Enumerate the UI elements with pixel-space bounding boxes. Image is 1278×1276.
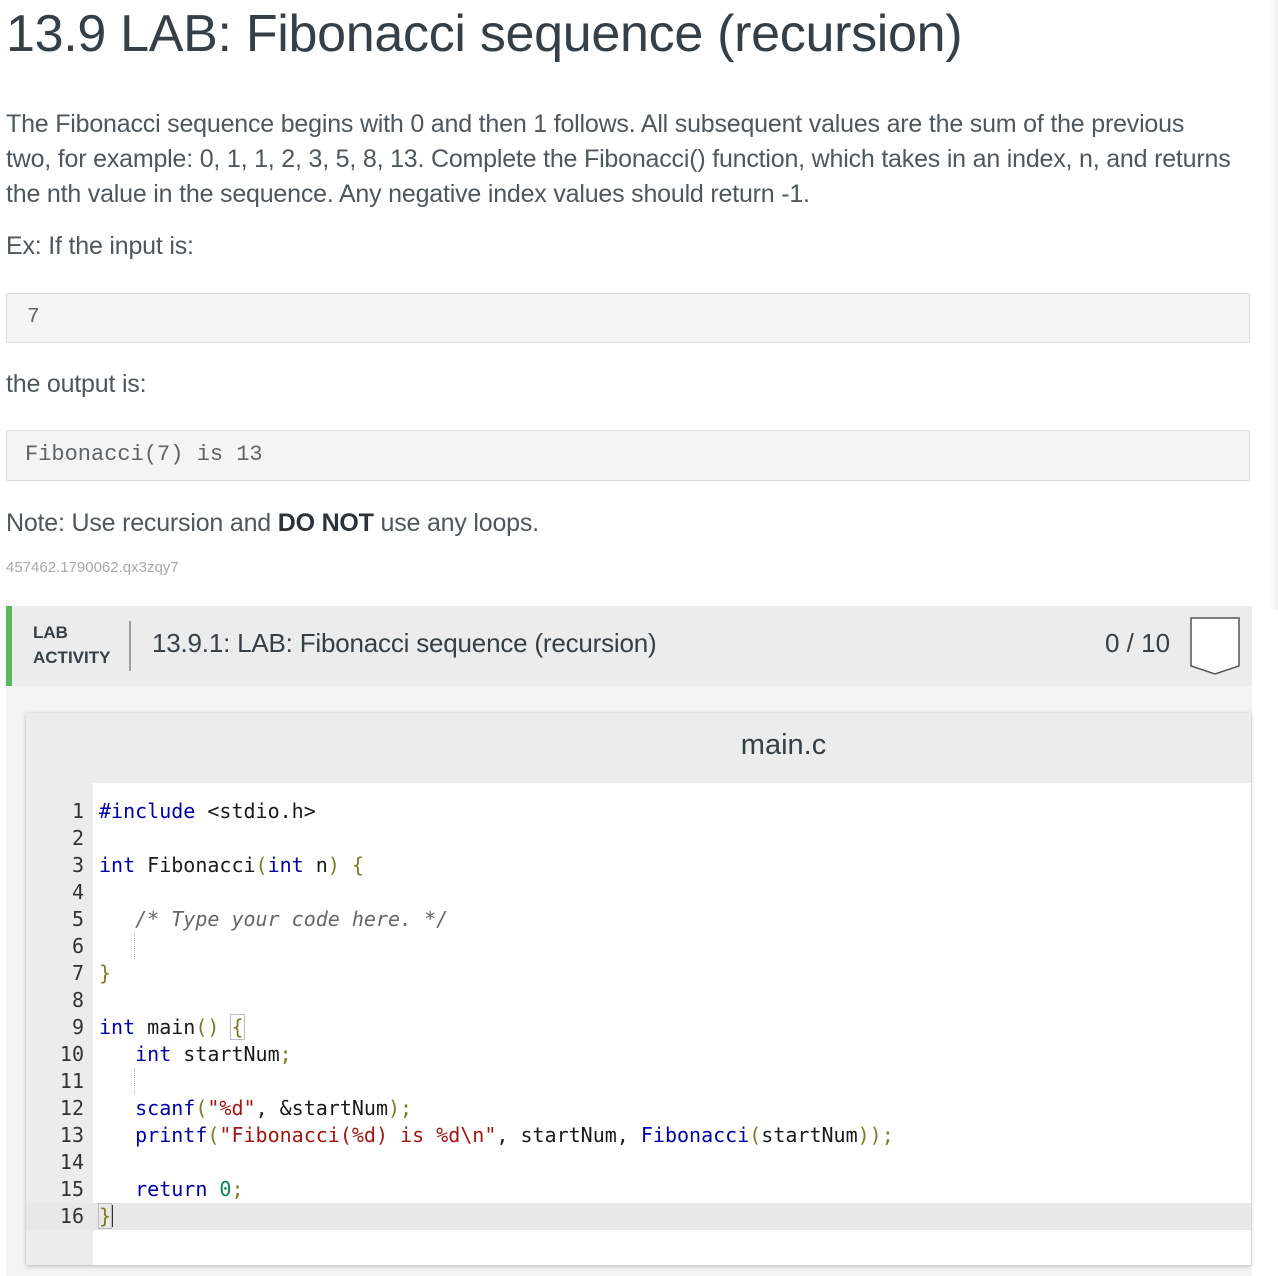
code-line[interactable]: 14 xyxy=(26,1149,1251,1176)
line-number: 6 xyxy=(71,934,84,958)
note: Note: Use recursion and DO NOT use any l… xyxy=(6,506,539,541)
line-number: 5 xyxy=(71,907,84,931)
editor-file-tab[interactable]: main.c xyxy=(26,713,1251,783)
note-emphasis: DO NOT xyxy=(277,509,374,537)
code-line[interactable]: 10 int startNum; xyxy=(26,1041,1251,1068)
code-line-active[interactable]: 16} xyxy=(26,1203,1251,1230)
code-area[interactable]: 1 #include <stdio.h> 2 3 int Fibonacci(int… xyxy=(26,798,1251,1230)
line-number: 15 xyxy=(59,1177,84,1201)
note-prefix: Note: Use recursion and xyxy=(6,509,278,537)
code-text: } xyxy=(99,961,112,985)
example-output-block: Fibonacci(7) is 13 xyxy=(6,430,1250,481)
header-divider xyxy=(129,621,131,671)
line-number: 2 xyxy=(71,826,84,850)
code-line[interactable]: 3 int Fibonacci(int n) { xyxy=(26,852,1251,879)
code-text: int Fibonacci(int n) { xyxy=(99,853,364,877)
code-text: /* Type your code here. */ xyxy=(135,907,449,931)
code-text: scanf("%d", &startNum); xyxy=(135,1096,413,1120)
score-badge-icon xyxy=(1190,617,1240,675)
line-number: 12 xyxy=(59,1096,84,1120)
code-line[interactable]: 5 /* Type your code here. */ xyxy=(26,906,1251,933)
file-name: main.c xyxy=(740,729,827,761)
code-text: int startNum; xyxy=(135,1042,292,1066)
page-title: 13.9 LAB: Fibonacci sequence (recursion) xyxy=(6,5,963,63)
code-line[interactable]: 2 xyxy=(26,825,1251,852)
code-line[interactable]: 11 xyxy=(26,1068,1251,1095)
line-number: 9 xyxy=(71,1015,84,1039)
lab-tag-line1: LAB xyxy=(33,623,68,642)
code-line[interactable]: 4 xyxy=(26,879,1251,906)
code-text: return 0; xyxy=(135,1177,244,1201)
lab-tag-line2: ACTIVITY xyxy=(33,648,111,667)
code-text: } xyxy=(97,1203,114,1229)
code-line[interactable]: 7} xyxy=(26,960,1251,987)
code-line[interactable]: 12 scanf("%d", &startNum); xyxy=(26,1095,1251,1122)
line-number: 1 xyxy=(71,799,84,823)
code-text: #include <stdio.h> xyxy=(99,799,316,823)
code-text: int main() { xyxy=(99,1014,245,1040)
example-output-label: the output is: xyxy=(6,370,147,398)
code-line[interactable]: 1 #include <stdio.h> xyxy=(26,798,1251,825)
example-input-block: 7 xyxy=(6,293,1250,343)
line-number: 4 xyxy=(71,880,84,904)
code-line[interactable]: 8 xyxy=(26,987,1251,1014)
line-number: 8 xyxy=(71,988,84,1012)
code-line[interactable]: 6 xyxy=(26,933,1251,960)
line-number: 10 xyxy=(59,1042,84,1066)
code-line[interactable]: 9 int main() { xyxy=(26,1014,1251,1041)
activity-id: 457462.1790062.qx3zqy7 xyxy=(6,559,179,576)
text-cursor xyxy=(111,1205,114,1227)
example-input-label: Ex: If the input is: xyxy=(6,232,194,260)
code-text: printf("Fibonacci(%d) is %d\n", startNum… xyxy=(135,1123,894,1147)
line-number: 7 xyxy=(71,961,84,985)
description-line-2: two, for example: 0, 1, 1, 2, 3, 5, 8, 1… xyxy=(6,145,1231,173)
page-edge-shadow xyxy=(1270,0,1278,610)
line-number: 3 xyxy=(71,853,84,877)
note-suffix: use any loops. xyxy=(373,509,540,537)
code-line[interactable]: 13 printf("Fibonacci(%d) is %d\n", start… xyxy=(26,1122,1251,1149)
lab-activity-tag: LAB ACTIVITY xyxy=(33,620,110,670)
line-number: 16 xyxy=(59,1204,84,1228)
description-line-1: The Fibonacci sequence begins with 0 and… xyxy=(6,110,1185,138)
lab-score: 0 / 10 xyxy=(1105,628,1171,658)
line-number: 14 xyxy=(59,1150,84,1174)
code-line[interactable]: 15 return 0; xyxy=(26,1176,1251,1203)
code-editor[interactable]: main.c 1 #include <stdio.h> 2 3 int Fibona… xyxy=(26,713,1251,1265)
line-number: 13 xyxy=(59,1123,84,1147)
lab-activity-header: LAB ACTIVITY 13.9.1: LAB: Fibonacci sequ… xyxy=(6,606,1252,686)
line-number: 11 xyxy=(59,1069,84,1093)
lab-title: 13.9.1: LAB: Fibonacci sequence (recursi… xyxy=(152,628,657,658)
description-line-3: the nth value in the sequence. Any negat… xyxy=(6,180,810,208)
